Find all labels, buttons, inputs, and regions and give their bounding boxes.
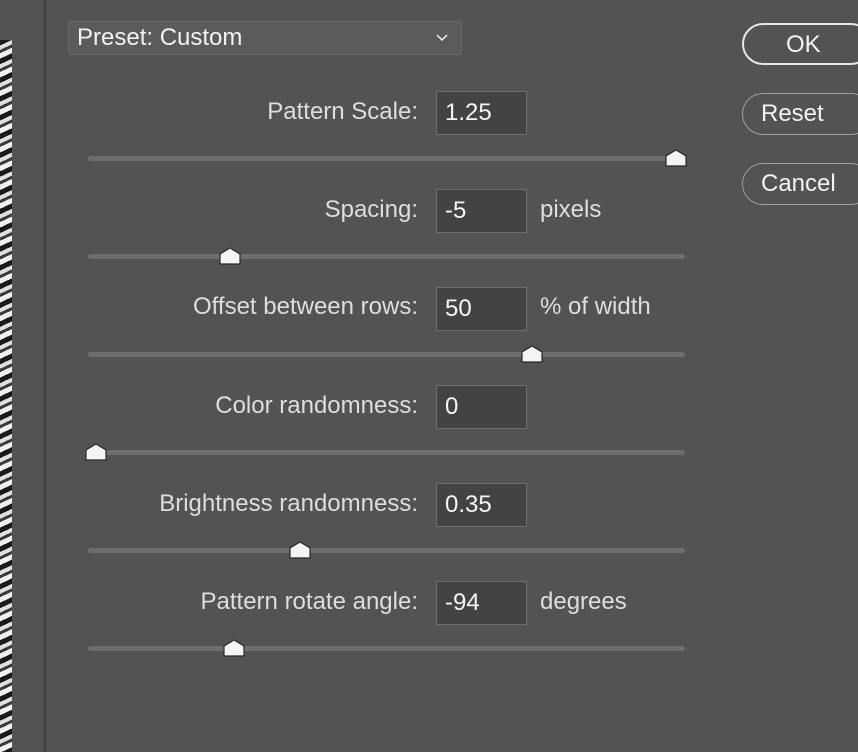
color-randomness-slider[interactable] (85, 443, 685, 461)
pattern-preview (0, 40, 12, 752)
pattern-rotate-angle-unit: degrees (540, 588, 627, 615)
chevron-down-icon (436, 34, 448, 42)
preset-dropdown-label: Preset: Custom (77, 24, 243, 51)
brightness-randomness-input[interactable] (436, 483, 527, 527)
slider-thumb-icon[interactable] (521, 345, 543, 363)
slider-thumb-icon[interactable] (85, 443, 107, 461)
color-randomness-input[interactable] (436, 385, 527, 429)
offset-between-rows-slider[interactable] (88, 345, 685, 363)
reset-button[interactable]: Reset (742, 93, 858, 135)
spacing-input[interactable] (436, 189, 527, 233)
offset-between-rows-unit: % of width (540, 293, 651, 320)
slider-thumb-icon[interactable] (289, 541, 311, 559)
offset-between-rows-label: Offset between rows: (193, 293, 418, 320)
ok-button[interactable]: OK (742, 23, 858, 65)
slider-thumb-icon[interactable] (223, 639, 245, 657)
pattern-scale-input[interactable] (436, 91, 527, 135)
slider-thumb-icon[interactable] (665, 149, 687, 167)
preset-dropdown[interactable]: Preset: Custom (68, 21, 462, 55)
brightness-randomness-label: Brightness randomness: (159, 490, 418, 517)
offset-between-rows-input[interactable] (436, 287, 527, 331)
color-randomness-label: Color randomness: (215, 392, 418, 419)
spacing-label: Spacing: (324, 196, 418, 223)
preview-divider (44, 0, 46, 752)
slider-thumb-icon[interactable] (219, 247, 241, 265)
pattern-rotate-angle-slider[interactable] (88, 639, 685, 657)
brightness-randomness-slider[interactable] (88, 541, 685, 559)
pattern-rotate-angle-label: Pattern rotate angle: (200, 588, 418, 615)
pattern-settings-dialog: Preset: Custom OK Reset Cancel Pattern S… (0, 0, 858, 752)
cancel-button[interactable]: Cancel (742, 163, 858, 205)
spacing-slider[interactable] (88, 247, 685, 265)
pattern-scale-label: Pattern Scale: (267, 98, 418, 125)
pattern-scale-slider[interactable] (88, 149, 687, 167)
pattern-rotate-angle-input[interactable] (436, 581, 527, 625)
spacing-unit: pixels (540, 196, 602, 223)
